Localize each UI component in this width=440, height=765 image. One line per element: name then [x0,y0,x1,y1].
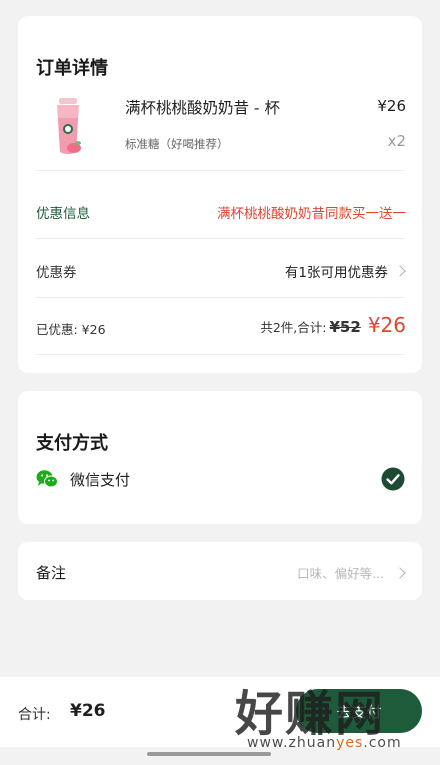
product-spec: 标准糖（好喝推荐） [125,137,229,151]
original-price: ¥52 [329,318,361,336]
watermark-logo: 好赚网 [235,686,386,742]
watermark-url-prefix: www.zhuan [247,735,337,751]
payment-method-title: 支付方式 [36,433,108,454]
coupon-label: 优惠券 [36,265,77,281]
wechat-icon [36,470,58,488]
bottom-total-value: ¥26 [70,701,106,721]
order-details-card: 订单详情 满杯桃桃酸奶奶昔 - 杯 ¥26 标准糖（好喝推荐） x2 优惠信息 … [18,16,422,373]
watermark-url: www.zhuanyes.com [247,735,402,751]
discount-amount: 已优惠: ¥26 [36,322,106,337]
note-row[interactable]: 备注 口味、偏好等... [18,542,422,600]
check-circle-icon[interactable] [381,467,405,491]
item-count-label: 共2件,合计: [260,320,327,335]
chevron-right-icon [394,566,406,579]
product-price: ¥26 [377,97,406,115]
promotion-label: 优惠信息 [36,206,90,222]
chevron-right-icon [394,265,406,277]
product-name: 满杯桃桃酸奶奶昔 - 杯 [125,99,280,117]
home-indicator[interactable] [147,752,271,756]
order-total-row: 共2件,合计: ¥52 ¥26 [260,313,406,337]
product-quantity: x2 [387,132,406,150]
note-placeholder: 口味、偏好等... [297,566,384,581]
order-details-title: 订单详情 [36,58,108,79]
wechat-pay-label[interactable]: 微信支付 [70,469,130,490]
watermark-url-suffix: .com [363,735,402,751]
divider [36,354,404,355]
bottom-total-label: 合计: [18,707,51,723]
coupon-value: 有1张可用优惠券 [284,265,388,281]
divider [36,170,404,171]
note-label: 备注 [36,564,67,582]
promotion-value: 满杯桃桃酸奶奶昔同款买一送一 [217,206,406,222]
note-input[interactable]: 口味、偏好等... [297,563,406,582]
watermark-url-highlight: yes [336,735,364,751]
final-price: ¥26 [367,313,406,337]
divider [36,297,404,298]
payment-method-card: 支付方式 微信支付 [18,391,422,524]
divider [36,238,404,239]
product-drink-image [57,98,81,154]
coupon-selector[interactable]: 有1张可用优惠券 [284,261,406,281]
